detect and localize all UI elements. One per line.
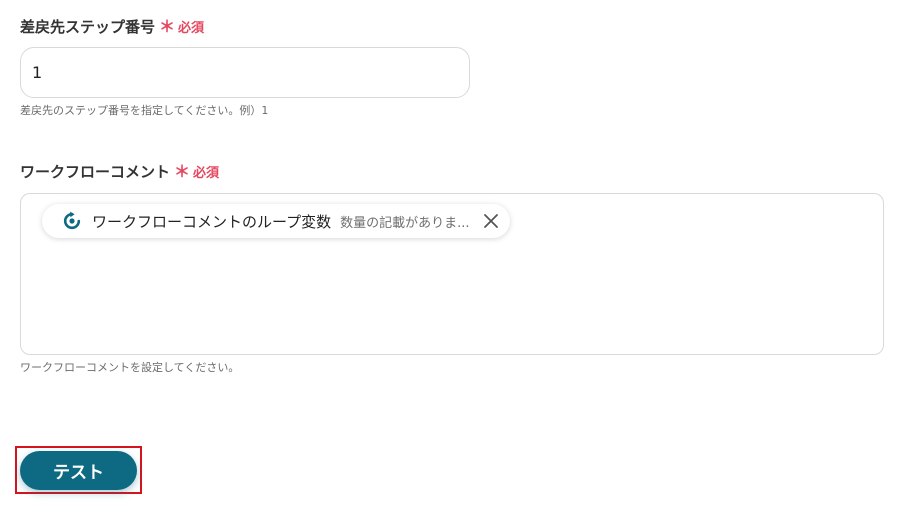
required-text: 必須 bbox=[178, 21, 205, 36]
close-icon[interactable] bbox=[482, 212, 500, 230]
test-button[interactable]: テスト bbox=[20, 451, 137, 490]
required-asterisk: ＊ bbox=[174, 161, 191, 181]
workflow-comment-label: ワークフローコメント ＊ 必須 bbox=[20, 161, 219, 182]
step-number-label-text: 差戻先ステップ番号 bbox=[20, 18, 156, 36]
step-number-input[interactable]: 1 bbox=[20, 47, 470, 98]
required-marker: ＊ 必須 bbox=[174, 162, 219, 181]
required-marker: ＊ 必須 bbox=[159, 17, 204, 36]
chip-variable-preview: 数量の記載がありま... bbox=[340, 215, 470, 231]
step-number-help: 差戻先のステップ番号を指定してください。例）1 bbox=[20, 104, 269, 117]
loop-variable-chip[interactable]: ワークフローコメントのループ変数 数量の記載がありま... bbox=[42, 204, 510, 238]
loop-refresh-icon bbox=[62, 211, 82, 231]
chip-variable-name: ワークフローコメントのループ変数 bbox=[92, 212, 332, 231]
required-asterisk: ＊ bbox=[159, 16, 176, 36]
workflow-comment-help: ワークフローコメントを設定してください。 bbox=[20, 361, 240, 374]
workflow-comment-label-text: ワークフローコメント bbox=[20, 163, 171, 181]
step-number-value: 1 bbox=[32, 63, 43, 82]
step-number-label: 差戻先ステップ番号 ＊ 必須 bbox=[20, 16, 204, 37]
required-text: 必須 bbox=[193, 166, 220, 181]
